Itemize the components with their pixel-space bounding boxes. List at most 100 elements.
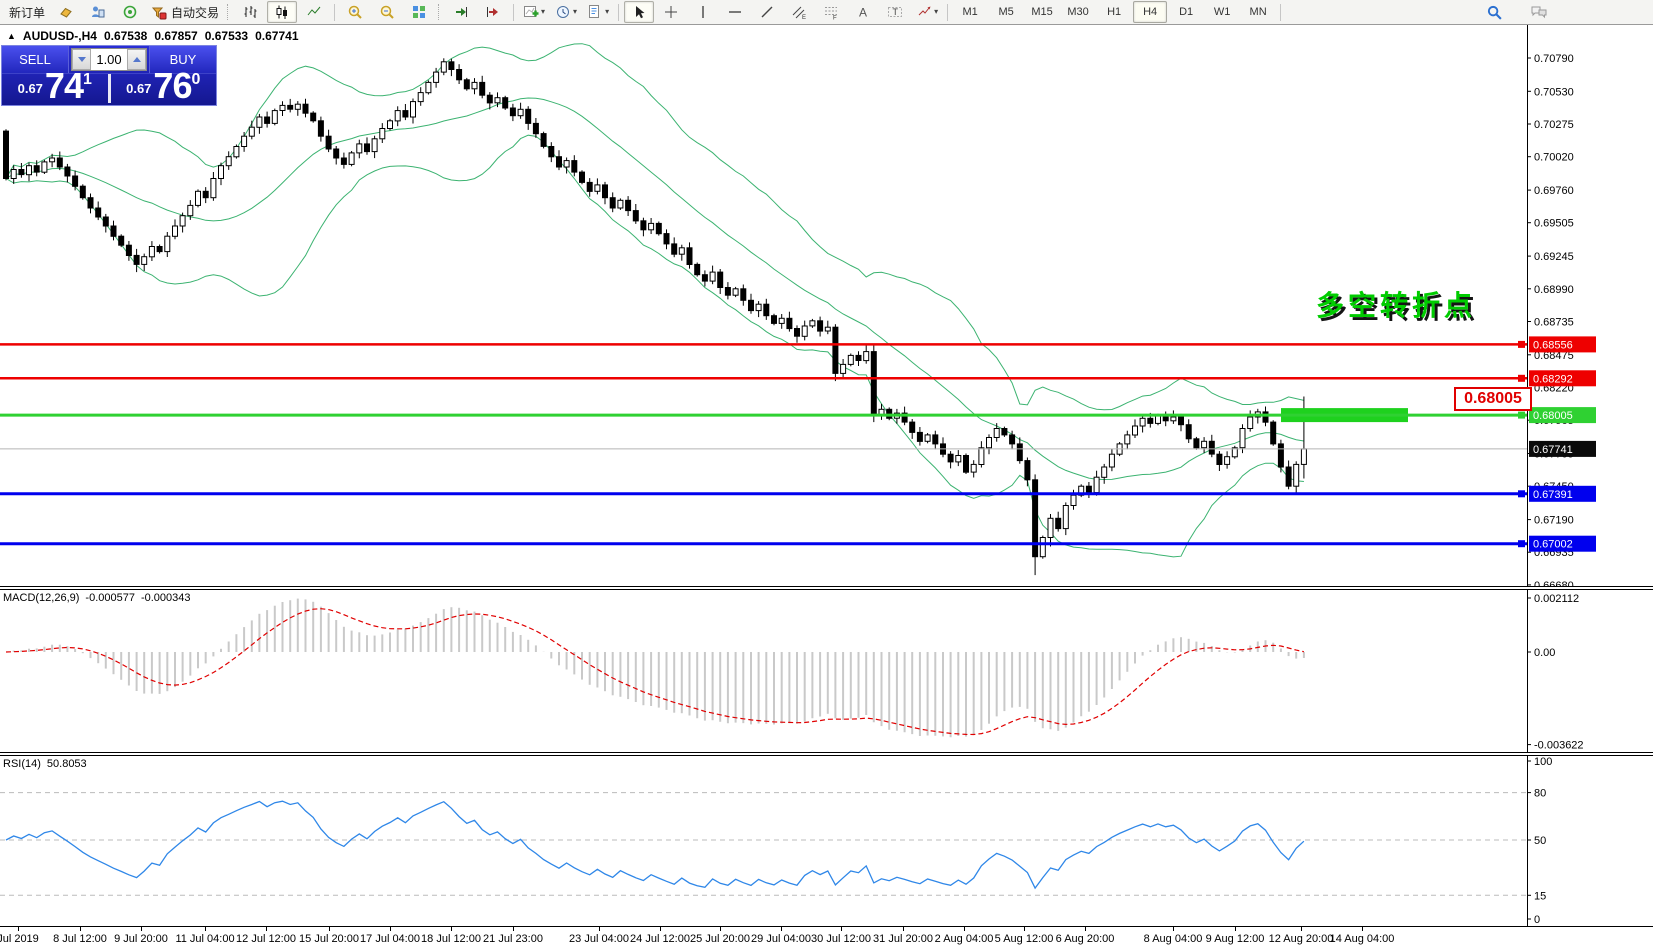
candle: [111, 226, 116, 236]
candle: [403, 111, 408, 117]
navigator-icon[interactable]: [83, 1, 113, 23]
time-axis-label: 12 Aug 20:00: [1269, 933, 1334, 945]
candle: [288, 105, 293, 109]
pane-separator[interactable]: [0, 586, 1653, 590]
autotrading-button[interactable]: 自动交易: [147, 1, 223, 23]
candle: [272, 111, 277, 124]
time-tick: [80, 927, 81, 931]
timeframe-h1[interactable]: H1: [1097, 1, 1131, 23]
candle: [57, 158, 62, 167]
volume-value[interactable]: 1.00: [91, 49, 127, 70]
sell-price-big: 74: [45, 71, 83, 101]
timeframe-m1[interactable]: M1: [953, 1, 987, 23]
turning-point-annotation[interactable]: 多空转折点: [1316, 284, 1476, 324]
timeframe-m5[interactable]: M5: [989, 1, 1023, 23]
timeframe-w1[interactable]: W1: [1205, 1, 1239, 23]
candle: [580, 172, 585, 182]
candle: [173, 226, 178, 236]
buy-price[interactable]: 0.67 76 0: [111, 74, 217, 103]
rsi-name: RSI(14): [3, 758, 41, 770]
candle: [825, 327, 830, 331]
chevron-down-icon[interactable]: ▾: [934, 8, 938, 16]
rsi-tick-label: 50: [1534, 835, 1546, 847]
candle: [65, 167, 70, 176]
candle: [219, 166, 224, 179]
chevron-down-icon[interactable]: ▾: [541, 8, 545, 16]
candle: [1109, 454, 1114, 467]
indicators-button[interactable]: ▾: [519, 1, 549, 23]
macd-signal-line: [6, 609, 1304, 735]
time-axis-label: 12 Jul 12:00: [236, 933, 296, 945]
line-chart-icon[interactable]: [299, 1, 329, 23]
candle: [910, 422, 915, 432]
terminal-signal-icon[interactable]: [115, 1, 145, 23]
price-tick-label: 0.70790: [1534, 53, 1574, 65]
chevron-down-icon[interactable]: ▾: [573, 8, 577, 16]
pane-separator[interactable]: [0, 752, 1653, 756]
time-axis-label: 5 Aug 12:00: [995, 933, 1054, 945]
candle: [1271, 422, 1276, 444]
candle: [441, 62, 446, 72]
search-icon[interactable]: [1479, 1, 1509, 23]
candle: [564, 161, 569, 167]
candle: [1048, 518, 1053, 537]
time-axis[interactable]: Jul 20198 Jul 12:009 Jul 20:0011 Jul 04:…: [0, 926, 1653, 949]
candle: [510, 108, 515, 116]
auto-scroll-icon[interactable]: [446, 1, 476, 23]
time-tick: [1301, 927, 1302, 931]
vertical-line-icon[interactable]: [688, 1, 718, 23]
candle: [426, 82, 431, 92]
trendline-icon[interactable]: [752, 1, 782, 23]
text-icon[interactable]: A: [848, 1, 878, 23]
equidistant-channel-icon[interactable]: E: [784, 1, 814, 23]
candle: [733, 289, 738, 295]
bar-chart-icon[interactable]: [235, 1, 265, 23]
candle: [234, 147, 239, 157]
candle: [1148, 418, 1153, 423]
candle: [672, 244, 677, 254]
macd-value: -0.000577: [85, 592, 135, 604]
volume-increase-button[interactable]: [127, 49, 146, 70]
candle: [756, 304, 761, 310]
fibonacci-icon[interactable]: F: [816, 1, 846, 23]
candle: [203, 191, 208, 197]
candle: [42, 162, 47, 172]
sell-price[interactable]: 0.67 74 1: [2, 74, 108, 103]
candle: [810, 321, 815, 326]
zoom-in-icon[interactable]: [340, 1, 370, 23]
cursor-icon[interactable]: [624, 1, 654, 23]
rsi-pane[interactable]: 1008050150: [0, 756, 1653, 926]
price-level-callout[interactable]: 0.68005: [1454, 387, 1532, 411]
candlestick-chart-icon[interactable]: [267, 1, 297, 23]
candle: [211, 179, 216, 198]
timeframe-mn[interactable]: MN: [1241, 1, 1275, 23]
new-order-button[interactable]: 新订单: [1, 1, 49, 23]
chevron-down-icon[interactable]: ▾: [605, 8, 609, 16]
candle: [541, 134, 546, 147]
zoom-out-icon[interactable]: [372, 1, 402, 23]
chat-icon[interactable]: [1524, 1, 1554, 23]
candle: [1171, 417, 1176, 421]
templates-button[interactable]: ▾: [583, 1, 613, 23]
tile-windows-icon[interactable]: [404, 1, 434, 23]
candle: [249, 127, 254, 136]
horizontal-line-icon[interactable]: [720, 1, 750, 23]
price-tick-label: 0.70530: [1534, 86, 1574, 98]
periods-button[interactable]: ▾: [551, 1, 581, 23]
candle: [549, 147, 554, 157]
market-watch-icon[interactable]: [51, 1, 81, 23]
timeframe-d1[interactable]: D1: [1169, 1, 1203, 23]
timeframe-m15[interactable]: M15: [1025, 1, 1059, 23]
timeframe-h4[interactable]: H4: [1133, 1, 1167, 23]
macd-pane[interactable]: 0.0021120.00-0.003622: [0, 590, 1653, 752]
rsi-tick-label: 15: [1534, 890, 1546, 902]
arrows-button[interactable]: ▾: [912, 1, 942, 23]
candle: [1133, 426, 1138, 435]
crosshair-icon[interactable]: [656, 1, 686, 23]
timeframe-m30[interactable]: M30: [1061, 1, 1095, 23]
candle: [679, 248, 684, 254]
chart-shift-icon[interactable]: [478, 1, 508, 23]
candle: [595, 185, 600, 191]
symbol-ohlc-bar: ▲ AUDUSD-,H4 0.67538 0.67857 0.67533 0.6…: [7, 29, 299, 43]
text-label-icon[interactable]: T: [880, 1, 910, 23]
